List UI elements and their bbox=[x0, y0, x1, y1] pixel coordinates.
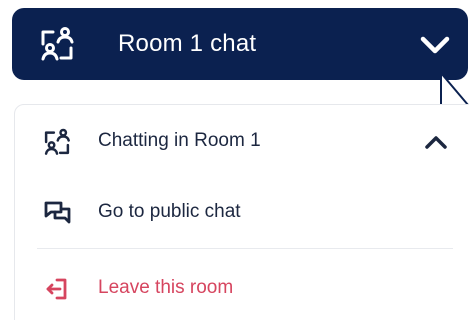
chat-room-icon bbox=[39, 26, 75, 62]
exit-icon bbox=[43, 275, 71, 303]
menu-item-leave-room[interactable]: Leave this room bbox=[15, 257, 469, 319]
chat-room-icon bbox=[43, 128, 71, 156]
room-chat-widget: Room 1 chat Chatting in Room 1 Go to pub… bbox=[0, 0, 469, 320]
menu-item-label: Leave this room bbox=[98, 277, 234, 298]
menu-item-public-chat[interactable]: Go to public chat bbox=[15, 181, 469, 243]
menu-item-label: Chatting in Room 1 bbox=[98, 130, 261, 151]
menu-item-chatting-in-room[interactable]: Chatting in Room 1 bbox=[15, 110, 469, 172]
chat-bubbles-icon bbox=[43, 199, 71, 227]
room-chat-dropdown-toggle[interactable]: Room 1 chat bbox=[12, 8, 468, 80]
menu-item-label: Go to public chat bbox=[98, 201, 241, 222]
menu-divider bbox=[37, 248, 453, 249]
room-chat-title: Room 1 chat bbox=[118, 30, 257, 57]
chevron-down-icon[interactable] bbox=[418, 30, 452, 58]
room-chat-menu: Chatting in Room 1 Go to public chat Lea… bbox=[14, 104, 469, 320]
chevron-up-icon[interactable] bbox=[423, 132, 449, 152]
